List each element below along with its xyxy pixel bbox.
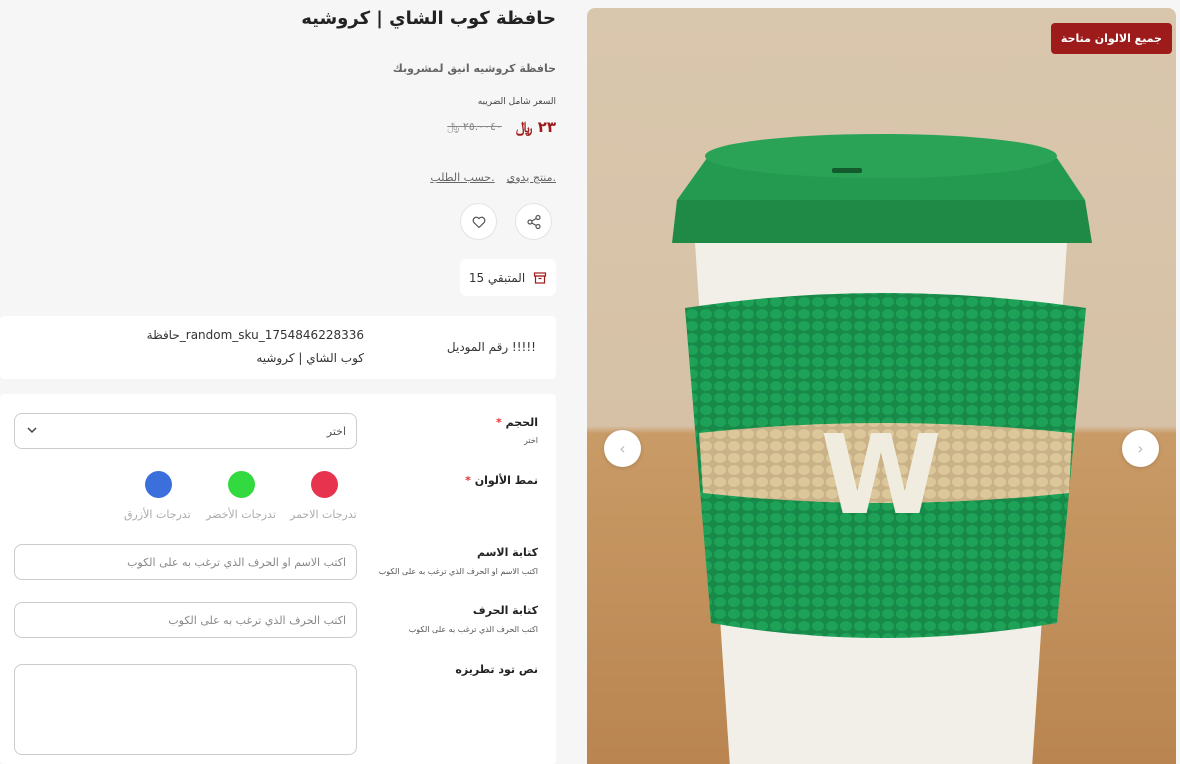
colors-label: نمط الألوان * xyxy=(465,474,538,487)
letter-text-label: كتابة الحرف xyxy=(472,604,538,617)
swatch-red-label: تدرجات الاحمر xyxy=(290,508,357,521)
gallery-next-button[interactable]: › xyxy=(1122,430,1159,467)
model-name: كوب الشاي | كروشيه xyxy=(256,351,364,365)
name-text-label: كتابة الاسم xyxy=(476,546,538,559)
swatch-blue-label: تدرجات الأزرق xyxy=(124,508,191,521)
chevron-left-icon: ‹ xyxy=(619,439,626,458)
box-icon xyxy=(534,271,547,284)
product-page: حافظة كوب الشاي | كروشيه حافظة كروشيه ان… xyxy=(0,0,1180,764)
cup-letter: W xyxy=(820,411,941,539)
embroidery-textarea[interactable] xyxy=(14,664,357,755)
product-subtitle: حافظة كروشيه انيق لمشروبك xyxy=(392,62,556,75)
model-sku: حافظة_random_sku_1754846228336 xyxy=(146,328,364,342)
name-text-hint: اكتب الاسم او الحرف الذي ترغب به على الك… xyxy=(378,567,538,576)
name-text-input[interactable]: اكتب الاسم او الحرف الذي ترغب به على الك… xyxy=(14,544,357,580)
favorite-button[interactable] xyxy=(460,203,497,240)
tag-handmade[interactable]: منتج يدوي. xyxy=(507,171,556,184)
product-title: حافظة كوب الشاي | كروشيه xyxy=(301,8,556,29)
size-select[interactable]: اختر xyxy=(14,413,357,449)
swatch-blue[interactable] xyxy=(145,471,172,498)
product-image[interactable]: W xyxy=(587,8,1176,764)
product-info: حافظة كوب الشاي | كروشيه حافظة كروشيه ان… xyxy=(0,0,556,310)
gallery-prev-button[interactable]: ‹ xyxy=(604,430,641,467)
size-select-value: اختر xyxy=(326,424,346,438)
size-hint: اختر xyxy=(524,436,538,445)
product-tags: منتج يدوي. حسب الطلب. xyxy=(430,171,556,184)
product-image-gallery: W جميع الالوان متاحة ‹ › xyxy=(587,8,1176,764)
share-icon xyxy=(526,214,541,229)
chevron-right-icon: › xyxy=(1137,439,1144,458)
stock-indicator: المتبقي 15 xyxy=(460,259,556,296)
price-note: السعر شامل الضريبه xyxy=(477,97,556,107)
chevron-down-icon xyxy=(27,427,37,434)
model-number-label: !!!!! رقم الموديل xyxy=(446,340,536,354)
size-label: الحجم * xyxy=(496,416,538,429)
swatch-green-label: تدرجات الأخضر xyxy=(206,508,276,521)
product-options-form: الحجم * اختر اختر نمط الألوان * تدرجات ا… xyxy=(0,394,556,764)
letter-text-hint: اكتب الحرف الذي ترغب به على الكوب xyxy=(408,625,538,634)
cup-lid xyxy=(672,200,1092,243)
share-button[interactable] xyxy=(515,203,552,240)
embroidery-label: نص تود تطريزه xyxy=(455,663,538,676)
model-card: !!!!! رقم الموديل حافظة_random_sku_17548… xyxy=(0,316,556,379)
current-price: ٢٣ ﷼ xyxy=(515,118,556,136)
old-price: ٢٥.٠٠٤٠ ﷼ xyxy=(447,120,502,133)
heart-icon xyxy=(472,216,485,228)
letter-text-input[interactable]: اكتب الحرف الذي ترغب به على الكوب xyxy=(14,602,357,638)
price-row: ٢٣ ﷼ ٢٥.٠٠٤٠ ﷼ xyxy=(447,118,556,136)
stock-label: المتبقي 15 xyxy=(468,270,526,285)
swatch-red[interactable] xyxy=(311,471,338,498)
tag-on-demand[interactable]: حسب الطلب. xyxy=(430,171,494,184)
availability-badge: جميع الالوان متاحة xyxy=(1050,23,1172,54)
swatch-green[interactable] xyxy=(228,471,255,498)
